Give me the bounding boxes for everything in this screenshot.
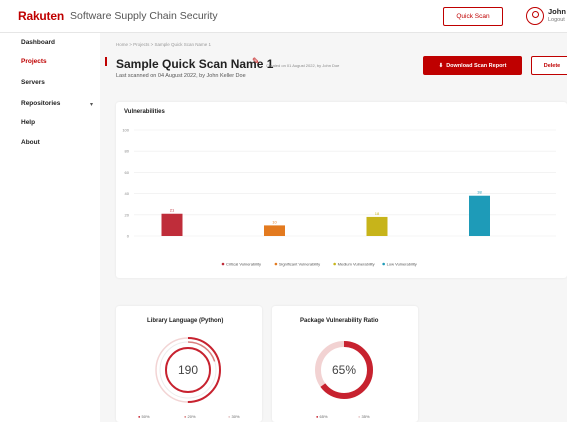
library-donut: 190 [155, 337, 221, 403]
y-tick-label: 80 [125, 149, 130, 154]
bar [161, 213, 183, 236]
breadcrumb[interactable]: Home > Projects > Sample Quick Scan Name… [116, 42, 211, 47]
sidebar-item-projects[interactable]: Projects [21, 58, 47, 65]
chevron-down-icon[interactable]: ▾ [90, 101, 93, 108]
last-scanned-info: Last scanned on 04 August 2022, by John … [116, 73, 246, 79]
package-legend-value: 35% [361, 414, 370, 419]
user-name[interactable]: John D [548, 7, 567, 16]
library-legend-value: 20% [187, 414, 196, 419]
sidebar-item-repositories[interactable]: Repositories [21, 100, 60, 107]
legend-label: Low Vulnerability [387, 262, 417, 267]
download-icon: ⬇ [438, 62, 444, 69]
edit-icon[interactable]: ✎ [252, 56, 260, 67]
y-tick-label: 100 [122, 128, 129, 133]
y-tick-label: 20 [125, 212, 130, 217]
rakuten-logo[interactable]: Rakuten [18, 9, 64, 23]
bar [366, 216, 388, 236]
quick-scan-button[interactable]: Quick Scan [443, 7, 503, 26]
sidebar: Dashboard Projects Servers Repositories … [0, 33, 100, 422]
created-info: Created on 01 August 2022, by John Doe [266, 63, 340, 68]
library-center-value: 190 [178, 363, 198, 377]
logout-link[interactable]: Logout [548, 17, 565, 23]
legend-swatch [382, 262, 385, 266]
bar-value-label: 38 [477, 190, 482, 195]
sidebar-item-dashboard[interactable]: Dashboard [21, 39, 55, 46]
page-title: Sample Quick Scan Name 1 [116, 57, 274, 71]
legend-swatch [333, 262, 336, 266]
sidebar-item-help[interactable]: Help [21, 119, 35, 126]
user-avatar-icon[interactable] [526, 7, 544, 25]
sidebar-item-about[interactable]: About [21, 139, 40, 146]
library-legend-item: ● 30% [228, 414, 240, 419]
vulnerabilities-chart: 100 80 60 40 20 0 21 10 18 38 Critical Vulnerabili… [122, 128, 556, 267]
bar [469, 195, 490, 236]
package-center-value: 65% [332, 363, 356, 377]
title-accent-bar [105, 57, 107, 66]
bar-value-label: 21 [170, 208, 175, 213]
legend-swatch [274, 262, 278, 266]
bar [264, 225, 285, 236]
download-label: Download Scan Report [446, 62, 507, 69]
package-legend-value: 65% [319, 414, 328, 419]
library-legend-item: ● 50% [138, 414, 150, 419]
package-legend-item: ● 65% [316, 414, 328, 419]
delete-button[interactable]: Delete [531, 56, 567, 75]
bar-value-label: 10 [272, 219, 277, 224]
bar-value-label: 18 [375, 211, 380, 216]
sidebar-item-servers[interactable]: Servers [21, 79, 45, 86]
top-bar: Rakuten Software Supply Chain Security Q… [0, 0, 567, 33]
legend-label: Medium Vulnerability [338, 262, 375, 267]
package-legend-item: ● 35% [358, 414, 370, 419]
app-title: Software Supply Chain Security [70, 10, 218, 22]
library-legend-value: 30% [231, 414, 240, 419]
library-legend-item: ● 20% [184, 414, 196, 419]
package-donut: 65% [315, 341, 373, 399]
package-vulnerability-card: Package Vulnerability Ratio 65% ● 65% ● … [272, 306, 418, 422]
library-legend-value: 50% [141, 414, 150, 419]
y-tick-label: 40 [125, 191, 130, 196]
download-report-button[interactable]: ⬇ Download Scan Report [423, 56, 522, 75]
library-language-card: Library Language (Python) 190 ● 50% ● 20… [116, 306, 262, 422]
legend-label: Critical Vulnerability [226, 262, 261, 267]
y-tick-label: 0 [127, 234, 130, 239]
vulnerabilities-card: Vulnerabilities 100 80 60 40 20 0 21 10 18 38 Crit… [116, 102, 567, 278]
y-tick-label: 60 [125, 170, 130, 175]
legend-label: Significant Vulnerability [279, 262, 320, 267]
legend-swatch [221, 262, 225, 266]
